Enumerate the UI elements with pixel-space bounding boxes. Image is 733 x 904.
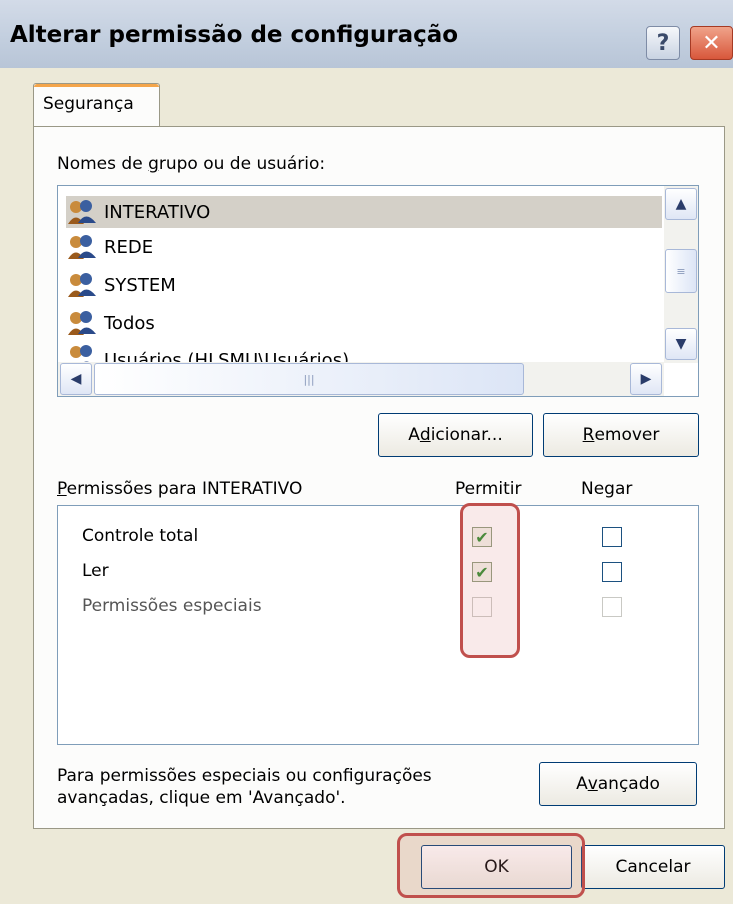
user-group-icon xyxy=(66,344,98,364)
help-icon: ? xyxy=(656,30,670,56)
grip-icon: ≡ xyxy=(676,264,686,278)
horizontal-scrollbar[interactable]: ◀ ||| ▶ xyxy=(58,362,664,396)
scroll-left-button[interactable]: ◀ xyxy=(60,363,92,395)
allow-column-header: Permitir xyxy=(455,479,522,499)
cancel-button[interactable]: Cancelar xyxy=(581,845,725,889)
chevron-up-icon: ▲ xyxy=(675,196,687,212)
permissions-list: Controle total Ler Permissões especiais … xyxy=(57,505,699,745)
user-group-icon xyxy=(66,272,98,298)
allow-column-highlight xyxy=(460,503,520,658)
close-icon: ✕ xyxy=(702,30,721,56)
close-button[interactable]: ✕ xyxy=(690,26,733,60)
window-title: Alterar permissão de configuração xyxy=(10,22,459,48)
horizontal-scroll-thumb[interactable]: ||| xyxy=(94,363,524,395)
chevron-left-icon: ◀ xyxy=(70,371,82,387)
title-bar: Alterar permissão de configuração ? ✕ xyxy=(0,0,733,68)
chevron-down-icon: ▼ xyxy=(675,336,687,352)
add-button[interactable]: Ad icionar... xyxy=(378,413,533,457)
permission-name: Ler xyxy=(82,561,109,581)
deny-checkbox-ler[interactable] xyxy=(602,562,622,582)
list-item-interativo[interactable]: INTERATIVO xyxy=(66,196,662,228)
scroll-right-button[interactable]: ▶ xyxy=(630,363,662,395)
list-item-rede[interactable]: REDE xyxy=(66,231,658,263)
tab-label: Segurança xyxy=(43,94,134,114)
vertical-scroll-thumb[interactable]: ≡ xyxy=(665,249,697,293)
deny-checkbox-controle-total[interactable] xyxy=(602,527,622,547)
remove-button[interactable]: Remover xyxy=(543,413,699,457)
permissions-label: Permissões para INTERATIVO xyxy=(57,479,303,499)
scroll-up-button[interactable]: ▲ xyxy=(665,188,697,220)
permission-name: Permissões especiais xyxy=(82,596,262,616)
vertical-scrollbar[interactable]: ▲ ≡ ▼ xyxy=(664,186,698,363)
grip-icon: ||| xyxy=(303,372,315,386)
tab-seguranca[interactable]: Segurança xyxy=(33,83,160,127)
deny-checkbox-permissoes-especiais xyxy=(602,597,622,617)
list-item-todos[interactable]: Todos xyxy=(66,307,658,339)
list-item-usuarios[interactable]: Usuários (HLSMU\Usuários) xyxy=(66,344,658,364)
groups-label: Nomes de grupo ou de usuário: xyxy=(57,154,326,174)
scroll-down-button[interactable]: ▼ xyxy=(665,328,697,360)
help-button[interactable]: ? xyxy=(646,26,680,60)
user-group-icon xyxy=(66,199,98,225)
permission-name: Controle total xyxy=(82,526,199,546)
group-user-list[interactable]: INTERATIVO REDE SYSTEM Todos Usuários (H… xyxy=(57,185,699,397)
advanced-button[interactable]: Av ançado xyxy=(539,762,697,806)
user-group-icon xyxy=(66,234,98,260)
list-item-system[interactable]: SYSTEM xyxy=(66,269,658,301)
chevron-right-icon: ▶ xyxy=(640,371,652,387)
ok-button-highlight xyxy=(397,833,585,898)
user-group-icon xyxy=(66,310,98,336)
deny-column-header: Negar xyxy=(581,479,633,499)
advanced-hint-text: Para permissões especiais ou configuraçõ… xyxy=(57,766,432,808)
